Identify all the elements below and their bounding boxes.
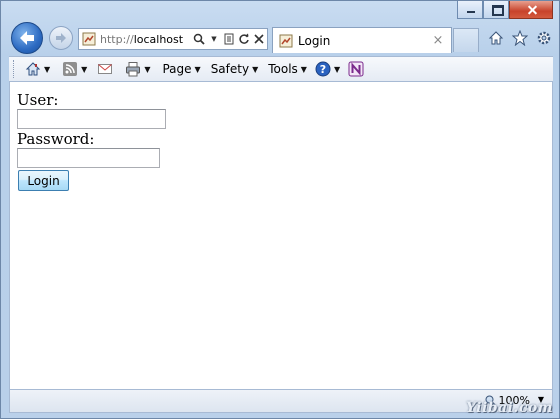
dropdown-arrow-icon[interactable]: ▼ [207,32,221,46]
close-tab-icon[interactable]: × [431,33,445,48]
tools-menu[interactable]: Tools ▼ [265,59,310,79]
user-input[interactable] [17,109,166,129]
read-mail-button[interactable] [94,59,116,79]
home-menu-button[interactable]: ▼ [22,59,53,79]
close-window-button[interactable] [509,1,553,19]
address-bar[interactable]: http://localhost ▼ [78,28,268,50]
window-caption-buttons [457,1,553,21]
safety-menu-label: Safety [210,62,250,76]
page-menu-label: Page [162,62,192,76]
tab-title: Login [298,33,331,48]
url-text[interactable]: http://localhost [100,33,192,46]
svg-text:?: ? [320,63,326,76]
url-prefix: http:// [100,32,134,46]
dropdown-arrow-icon: ▼ [81,64,88,74]
back-button[interactable] [11,22,43,54]
back-arrow-icon [20,31,34,45]
refresh-icon[interactable] [237,32,251,46]
page-icon [279,34,293,47]
feeds-menu-button[interactable]: ▼ [59,59,90,79]
password-label: Password: [17,130,95,148]
url-host: localhost [133,32,184,46]
browser-window: http://localhost ▼ Login × ▼ ▼ ▼ Page ▼ … [0,0,560,419]
forward-arrow-icon [56,33,66,43]
minimize-button[interactable] [457,1,483,19]
gear-icon[interactable] [535,29,553,47]
dropdown-arrow-icon: ▼ [144,64,151,74]
page-icon [82,32,96,46]
page-menu[interactable]: Page ▼ [159,59,203,79]
forward-button[interactable] [49,26,73,50]
command-bar: ▼ ▼ ▼ Page ▼ Safety ▼ Tools ▼ ? ▼ [9,56,553,82]
printer-icon [126,62,141,77]
watermark-logo: Yiibai.com [465,400,553,416]
login-button[interactable]: Login [18,170,69,191]
search-icon[interactable] [192,32,206,46]
dropdown-arrow-icon: ▼ [44,64,51,74]
dropdown-arrow-icon: ▼ [252,64,259,74]
onenote-button[interactable] [345,59,367,79]
favorites-star-icon[interactable] [511,29,529,47]
dropdown-arrow-icon: ▼ [300,64,307,74]
compatibility-view-icon[interactable] [222,32,236,46]
maximize-button[interactable] [483,1,509,19]
dropdown-arrow-icon: ▼ [333,64,341,74]
help-icon: ? [315,61,331,77]
print-menu-button[interactable]: ▼ [122,59,153,79]
stop-icon[interactable] [252,32,266,46]
tools-menu-label: Tools [268,62,298,76]
user-label: User: [17,91,59,109]
rss-feed-icon [63,62,78,76]
safety-menu[interactable]: Safety ▼ [208,59,262,79]
page-content: User: Password: Login [9,82,553,389]
dropdown-arrow-icon: ▼ [194,64,201,74]
tab-login[interactable]: Login × [272,27,452,53]
home-icon [25,62,41,76]
mail-icon [98,64,113,74]
onenote-icon [348,61,364,77]
browser-actions [487,29,553,47]
password-input[interactable] [17,148,160,168]
help-menu[interactable]: ? ▼ [312,59,343,79]
home-icon[interactable] [487,29,505,47]
toolbar-grip[interactable] [13,60,16,78]
new-tab-button[interactable] [453,28,479,52]
